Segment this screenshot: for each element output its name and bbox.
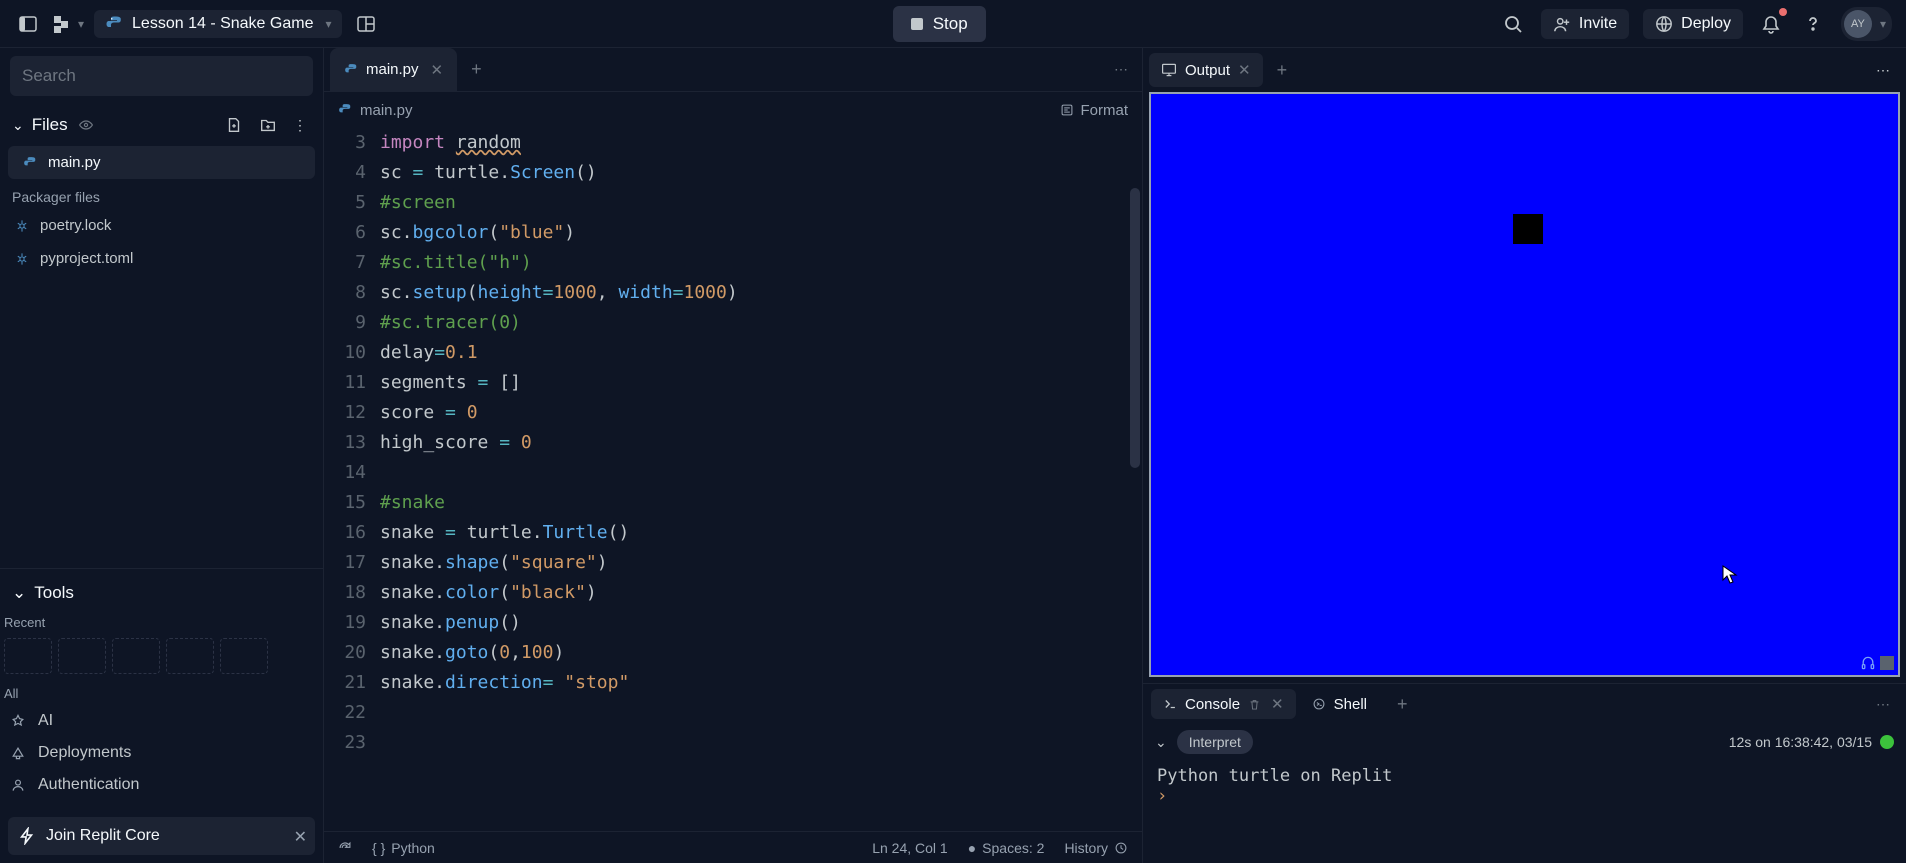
close-tab-icon[interactable]: ✕ xyxy=(1271,695,1284,713)
console-status-row: ⌄ Interpret 12s on 16:38:42, 03/15 xyxy=(1143,724,1906,760)
tab-output[interactable]: Output ✕ xyxy=(1149,53,1263,87)
tools-header[interactable]: ⌄ Tools xyxy=(0,568,323,611)
format-icon xyxy=(1060,103,1074,117)
lightning-icon xyxy=(18,827,36,845)
recent-slot[interactable] xyxy=(166,638,214,674)
invite-button[interactable]: Invite xyxy=(1541,9,1629,39)
tool-authentication[interactable]: Authentication xyxy=(0,769,323,801)
close-tab-icon[interactable]: ✕ xyxy=(1238,61,1251,79)
status-running-dot xyxy=(1880,735,1894,749)
file-item[interactable]: poetry.lock xyxy=(0,209,323,242)
python-file-icon xyxy=(338,103,352,117)
sidebar-toggle-icon[interactable] xyxy=(14,10,42,38)
stop-button[interactable]: Stop xyxy=(893,6,986,42)
status-spaces[interactable]: ● Spaces: 2 xyxy=(968,840,1045,856)
visibility-icon[interactable] xyxy=(78,117,94,133)
topbar: ▾ Lesson 14 - Snake Game ▾ Stop Invite D xyxy=(0,0,1906,48)
output-more-icon[interactable]: ⋯ xyxy=(1876,62,1890,79)
close-tab-icon[interactable]: ✕ xyxy=(431,61,444,79)
tab-shell[interactable]: Shell xyxy=(1300,689,1379,719)
format-button[interactable]: Format xyxy=(1060,102,1128,119)
notifications-icon[interactable] xyxy=(1757,10,1785,38)
all-label: All xyxy=(0,678,323,705)
output-canvas[interactable] xyxy=(1149,92,1900,677)
add-tab-button[interactable]: + xyxy=(1383,694,1422,715)
output-tabs: Output ✕ + ⋯ xyxy=(1143,48,1906,92)
recent-label: Recent xyxy=(0,611,323,634)
close-icon[interactable]: ✕ xyxy=(294,827,307,847)
code-editor[interactable]: 34567891011121314151617181920212223 impo… xyxy=(324,128,1142,831)
tool-deployments[interactable]: Deployments xyxy=(0,737,323,769)
console-more-icon[interactable]: ⋯ xyxy=(1876,696,1890,713)
breadcrumb-file[interactable]: main.py xyxy=(360,102,413,119)
search-icon[interactable] xyxy=(1499,10,1527,38)
resize-handle[interactable] xyxy=(1880,656,1894,670)
workspace-icon[interactable] xyxy=(352,10,380,38)
tool-ai[interactable]: AI xyxy=(0,705,323,737)
shell-icon xyxy=(1312,697,1326,711)
avatar: AY xyxy=(1844,10,1872,38)
clear-console-icon[interactable] xyxy=(1248,698,1261,711)
file-item[interactable]: pyproject.toml xyxy=(0,242,323,275)
recent-slot[interactable] xyxy=(112,638,160,674)
breadcrumb-row: main.py Format xyxy=(324,92,1142,128)
recent-slot[interactable] xyxy=(220,638,268,674)
project-selector[interactable]: Lesson 14 - Snake Game ▾ xyxy=(94,10,341,38)
tab-main-py[interactable]: main.py ✕ xyxy=(330,48,457,91)
chevron-down-icon[interactable]: ⌄ xyxy=(1155,734,1167,751)
python-file-icon xyxy=(344,63,358,77)
editor-more-icon[interactable]: ⋯ xyxy=(1114,61,1128,78)
status-bar: { } Python Ln 24, Col 1 ● Spaces: 2 Hist… xyxy=(324,831,1142,863)
add-tab-button[interactable]: + xyxy=(457,59,496,80)
deploy-button[interactable]: Deploy xyxy=(1643,9,1743,39)
python-icon xyxy=(104,14,124,34)
terminal-icon xyxy=(1163,697,1177,711)
recent-slot[interactable] xyxy=(58,638,106,674)
tab-console[interactable]: Console ✕ xyxy=(1151,689,1296,719)
sidebar: Search ⌄ Files ⋮ main.py Packager files … xyxy=(0,48,324,863)
mouse-cursor xyxy=(1722,565,1738,585)
stop-icon xyxy=(911,18,923,30)
status-cursor[interactable]: Ln 24, Col 1 xyxy=(872,840,948,856)
scrollbar[interactable] xyxy=(1130,188,1140,468)
packager-label: Packager files xyxy=(0,179,323,209)
status-history[interactable]: History xyxy=(1064,840,1128,856)
more-icon[interactable]: ⋮ xyxy=(289,115,311,136)
status-language[interactable]: { } Python xyxy=(372,840,435,856)
line-gutter: 34567891011121314151617181920212223 xyxy=(324,128,380,831)
user-menu[interactable]: AY ▾ xyxy=(1841,7,1892,41)
files-header: ⌄ Files ⋮ xyxy=(0,104,323,146)
refresh-icon[interactable] xyxy=(338,841,352,855)
output-corner-controls xyxy=(1860,655,1894,671)
editor-pane: main.py ✕ + ⋯ main.py Format 34567891011… xyxy=(324,48,1142,863)
join-replit-core[interactable]: Join Replit Core ✕ xyxy=(8,817,315,855)
search-input[interactable]: Search xyxy=(10,56,313,96)
monitor-icon xyxy=(1161,62,1177,78)
run-status: 12s on 16:38:42, 03/15 xyxy=(1729,734,1894,750)
interpret-chip[interactable]: Interpret xyxy=(1177,730,1253,754)
help-icon[interactable] xyxy=(1799,10,1827,38)
console-area: Console ✕ Shell + ⋯ ⌄ Interpret 1 xyxy=(1143,683,1906,863)
project-name: Lesson 14 - Snake Game xyxy=(132,15,313,33)
right-pane: Output ✕ + ⋯ Console xyxy=(1142,48,1906,863)
replit-logo[interactable]: ▾ xyxy=(52,14,84,34)
python-file-icon xyxy=(22,156,38,170)
chevron-down-icon[interactable]: ⌄ xyxy=(12,117,24,134)
new-folder-icon[interactable] xyxy=(255,114,281,136)
recent-tools-row xyxy=(0,634,323,678)
console-tabs: Console ✕ Shell + ⋯ xyxy=(1143,684,1906,724)
snake-turtle xyxy=(1513,214,1543,244)
code-content[interactable]: import randomsc = turtle.Screen()#screen… xyxy=(380,128,1142,831)
console-output[interactable]: Python turtle on Replit › xyxy=(1143,760,1906,812)
new-file-icon[interactable] xyxy=(221,114,247,136)
add-tab-button[interactable]: + xyxy=(1263,60,1302,81)
recent-slot[interactable] xyxy=(4,638,52,674)
chevron-down-icon: ⌄ xyxy=(12,583,26,603)
editor-tabs: main.py ✕ + ⋯ xyxy=(324,48,1142,92)
file-main-py[interactable]: main.py xyxy=(8,146,315,179)
headphones-icon[interactable] xyxy=(1860,655,1876,671)
